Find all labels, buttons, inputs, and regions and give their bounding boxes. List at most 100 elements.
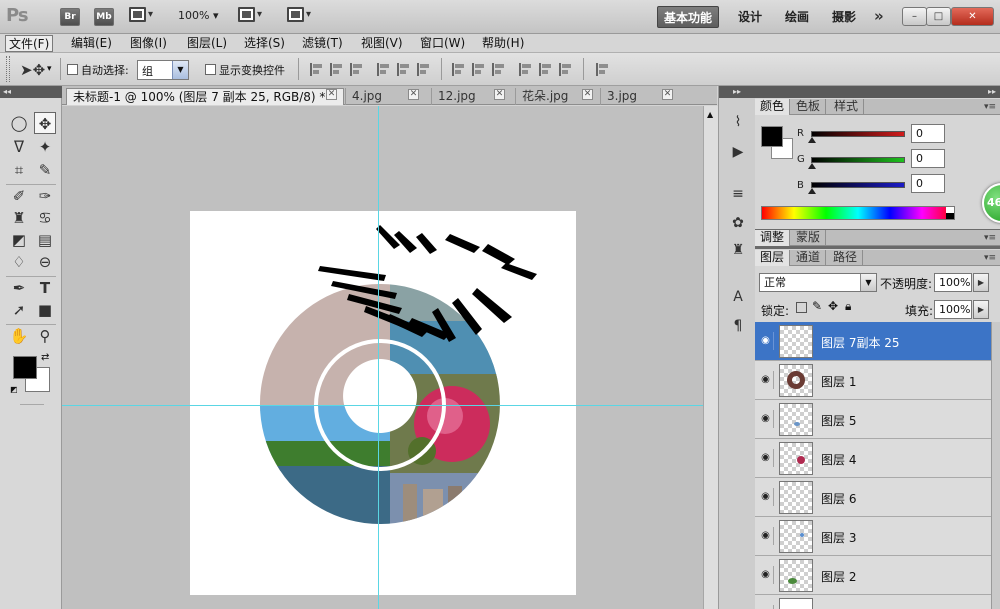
align-bottom-edges-icon[interactable]	[350, 63, 364, 76]
tab-adjustments[interactable]: 调整	[755, 230, 791, 246]
tab-paths[interactable]: 路径	[828, 250, 864, 266]
tab-swatches[interactable]: 色板	[791, 99, 827, 115]
close-tab-icon[interactable]: ✕	[408, 89, 419, 100]
clone-stamp-tool[interactable]: ♜	[8, 207, 30, 229]
foreground-color-swatch[interactable]	[13, 356, 37, 379]
eyedropper-tool[interactable]: ✎	[34, 159, 56, 181]
dodge-tool[interactable]: ⊖	[34, 251, 56, 273]
lock-all-icon[interactable]: 🔒︎	[845, 299, 851, 314]
view-extras-button[interactable]: ▾	[129, 7, 153, 22]
fill-field[interactable]: 100%	[934, 300, 972, 319]
paragraph-panel-icon[interactable]: ¶	[728, 316, 748, 336]
eye-icon[interactable]: ◉	[758, 566, 774, 584]
document-workspace[interactable]	[62, 106, 703, 609]
panel-menu-icon[interactable]: ▾≡	[984, 253, 996, 263]
auto-select-target-dropdown[interactable]: 组 ▼	[137, 60, 189, 80]
zoom-level-dropdown[interactable]: 100% ▾	[178, 9, 218, 22]
spot-healing-tool[interactable]: ✐	[8, 185, 30, 207]
swap-colors-icon[interactable]: ⇄	[41, 352, 49, 363]
restore-button[interactable]: □	[926, 7, 951, 26]
distribute-right-edges-icon[interactable]	[559, 63, 573, 76]
eye-icon[interactable]: ◉	[758, 527, 774, 545]
green-value-field[interactable]: 0	[911, 149, 945, 168]
more-workspaces-button[interactable]: »	[874, 7, 884, 25]
eye-icon[interactable]	[758, 605, 774, 609]
menu-layer[interactable]: 图层(L)	[184, 35, 230, 52]
opacity-field[interactable]: 100%	[934, 273, 972, 292]
brush-tool[interactable]: ✑	[34, 185, 56, 207]
move-tool-preset-picker[interactable]: ➤✥	[20, 59, 45, 81]
fill-slider-toggle[interactable]: ▶	[973, 300, 989, 319]
workspace-photography[interactable]: 摄影	[826, 6, 862, 28]
eye-icon[interactable]: ◉	[758, 332, 774, 350]
menu-select[interactable]: 选择(S)	[241, 35, 288, 52]
workspace-design[interactable]: 设计	[732, 6, 768, 28]
path-selection-tool[interactable]: ➚	[8, 299, 30, 321]
tab-channels[interactable]: 通道	[791, 250, 827, 266]
green-slider-knob[interactable]	[808, 163, 816, 169]
brush-presets-icon[interactable]: ≡	[728, 184, 748, 204]
tab-color[interactable]: 颜色	[755, 99, 791, 115]
crop-tool[interactable]: ⌗	[8, 159, 30, 181]
clone-source-icon[interactable]: ♜	[728, 240, 748, 260]
minimize-button[interactable]: –	[902, 7, 927, 26]
pen-tool[interactable]: ✒	[8, 277, 30, 299]
eye-icon[interactable]: ◉	[758, 410, 774, 428]
distribute-left-edges-icon[interactable]	[519, 63, 533, 76]
menu-filter[interactable]: 滤镜(T)	[299, 35, 346, 52]
vertical-guide[interactable]	[378, 106, 379, 609]
close-tab-icon[interactable]: ✕	[662, 89, 673, 100]
hand-tool[interactable]: ✋	[8, 325, 30, 347]
bridge-button[interactable]: Br	[60, 8, 80, 26]
eye-icon[interactable]: ◉	[758, 371, 774, 389]
blue-slider-knob[interactable]	[808, 188, 816, 194]
close-tab-icon[interactable]: ✕	[582, 89, 593, 100]
align-left-edges-icon[interactable]	[377, 63, 391, 76]
horizontal-guide[interactable]	[62, 405, 703, 406]
blue-value-field[interactable]: 0	[911, 174, 945, 193]
layers-scrollbar[interactable]	[991, 322, 1000, 609]
eraser-tool[interactable]: ◩	[8, 229, 30, 251]
close-window-button[interactable]: ✕	[951, 7, 994, 26]
panel-menu-icon[interactable]: ▾≡	[984, 102, 996, 112]
distribute-horizontal-centers-icon[interactable]	[539, 63, 553, 76]
layer-row[interactable]: ◉ 图层 1	[755, 361, 991, 400]
menu-window[interactable]: 窗口(W)	[417, 35, 468, 52]
blur-tool[interactable]: ♢	[8, 251, 30, 273]
layer-row[interactable]	[755, 595, 991, 609]
menu-help[interactable]: 帮助(H)	[479, 35, 527, 52]
screen-mode-button[interactable]: ▾	[287, 7, 311, 22]
layer-row[interactable]: ◉ 图层 2	[755, 556, 991, 595]
blend-mode-dropdown[interactable]: 正常 ▼	[759, 273, 877, 292]
arrange-documents-button[interactable]: ▾	[238, 7, 262, 22]
brush-panel-icon[interactable]: ✿	[728, 213, 748, 233]
layer-row[interactable]: ◉ 图层 5	[755, 400, 991, 439]
zoom-tool[interactable]: ⚲	[34, 325, 56, 347]
align-vertical-centers-icon[interactable]	[330, 63, 344, 76]
eye-icon[interactable]: ◉	[758, 488, 774, 506]
vertical-scrollbar[interactable]: ▲	[703, 106, 718, 609]
rectangle-tool[interactable]: ■	[34, 299, 56, 321]
layer-row[interactable]: ◉ 图层 4	[755, 439, 991, 478]
eye-icon[interactable]: ◉	[758, 449, 774, 467]
options-bar-grip[interactable]	[6, 56, 10, 82]
show-transform-controls-checkbox[interactable]	[205, 64, 216, 75]
document-canvas[interactable]	[190, 211, 576, 595]
collapsed-panels-header[interactable]: ▸▸	[719, 86, 756, 98]
close-tab-icon[interactable]: ✕	[326, 89, 337, 100]
distribute-bottom-edges-icon[interactable]	[492, 63, 506, 76]
green-channel-slider[interactable]	[811, 157, 905, 163]
workspace-essentials[interactable]: 基本功能	[657, 6, 720, 28]
default-colors-icon[interactable]: ◩	[10, 385, 18, 394]
tab-masks[interactable]: 蒙版	[791, 230, 827, 246]
character-panel-icon[interactable]: A	[728, 287, 748, 307]
quick-selection-tool[interactable]: ✦	[34, 136, 56, 158]
lock-image-pixels-icon[interactable]: ✎	[812, 299, 822, 313]
marquee-tool[interactable]: ◯	[8, 112, 30, 134]
history-panel-icon[interactable]: ⌇	[728, 112, 748, 132]
layer-row[interactable]: ◉ 图层 6	[755, 478, 991, 517]
lock-transparent-pixels-icon[interactable]	[796, 302, 807, 313]
actions-panel-icon[interactable]: ▶	[728, 142, 748, 162]
mini-bridge-button[interactable]: Mb	[94, 8, 114, 26]
gradient-tool[interactable]: ▤	[34, 229, 56, 251]
